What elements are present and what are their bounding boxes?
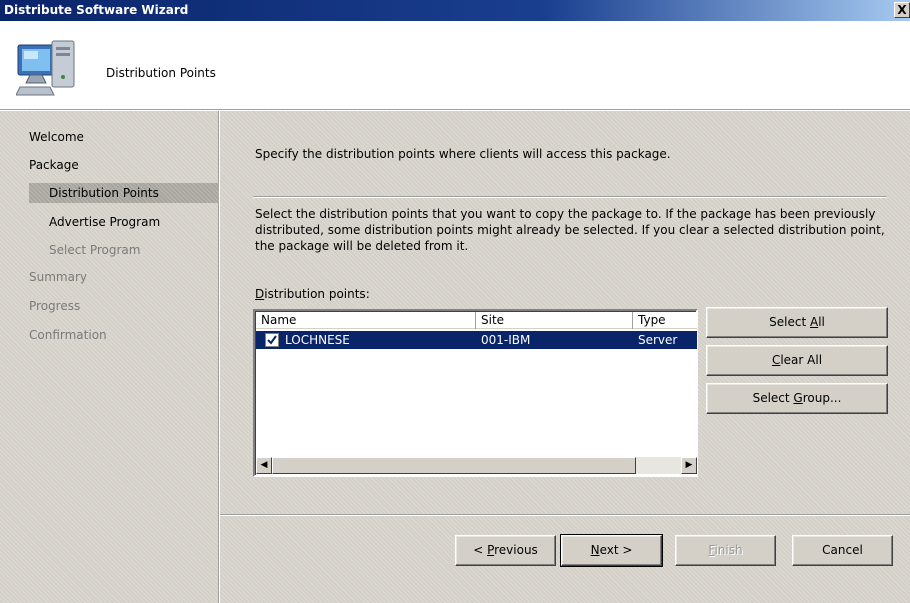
row-type: Server [638,333,678,347]
nav-item-summary: Summary [29,270,87,284]
scrollbar-thumb[interactable] [272,457,636,474]
list-row[interactable]: LOCHNESE 001-IBM Server [256,331,697,349]
distribution-points-list[interactable]: Name Site Type LOCHNESE 001-IBM Server ◀… [253,309,698,477]
wizard-content: Specify the distribution points where cl… [220,111,910,603]
nav-item-distribution-points: Distribution Points [29,183,219,203]
row-site: 001-IBM [481,333,531,347]
list-header: Name Site Type [256,312,697,329]
column-header-site[interactable]: Site [476,312,633,329]
window-titlebar: Distribute Software Wizard X [0,0,910,21]
divider [253,196,887,198]
column-header-type[interactable]: Type [633,312,697,329]
nav-item-confirmation: Confirmation [29,328,107,342]
page-title: Distribution Points [106,66,216,80]
nav-item-progress: Progress [29,299,81,313]
next-button[interactable]: Next > [560,534,663,567]
previous-button[interactable]: < Previous [455,535,556,566]
close-icon[interactable]: X [894,2,910,18]
scroll-left-icon[interactable]: ◀ [256,457,272,474]
nav-item-package: Package [29,158,79,172]
cancel-button[interactable]: Cancel [792,535,893,566]
wizard-nav: Welcome Package Distribution Points Adve… [0,111,219,603]
checkmark-icon [267,335,277,345]
instruction-text: Specify the distribution points where cl… [255,147,671,161]
row-checkbox[interactable] [265,333,279,347]
window-title: Distribute Software Wizard [4,3,189,17]
select-all-button[interactable]: Select All [706,307,888,338]
nav-item-welcome: Welcome [29,130,84,144]
horizontal-scrollbar[interactable]: ◀ ▶ [256,457,697,474]
column-header-name[interactable]: Name [256,312,476,329]
description-text: Select the distribution points that you … [255,207,885,253]
footer-divider [220,514,910,516]
computer-icon [16,40,75,96]
row-name: LOCHNESE [285,333,350,347]
nav-item-select-program: Select Program [49,243,141,257]
scroll-right-icon[interactable]: ▶ [681,457,697,474]
nav-item-advertise-program: Advertise Program [49,215,161,229]
clear-all-button[interactable]: Clear All [706,345,888,376]
select-group-button[interactable]: Select Group... [706,383,888,414]
finish-button: Finish [675,535,776,566]
wizard-header: Distribution Points [0,21,910,110]
distribution-points-label: Distribution points: [255,287,370,301]
